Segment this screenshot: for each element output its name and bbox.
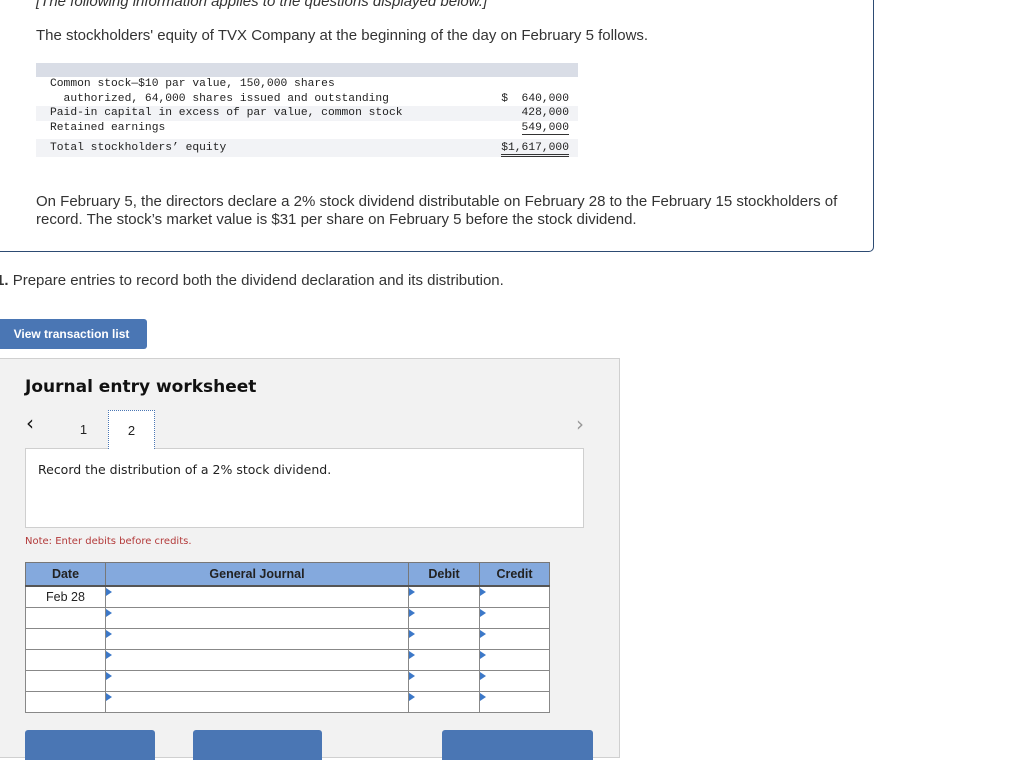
column-header-general-journal: General Journal xyxy=(105,562,409,587)
equity-row-label: authorized, 64,000 shares issued and out… xyxy=(50,92,389,105)
dropdown-indicator-icon xyxy=(409,630,415,638)
journal-row xyxy=(25,691,550,713)
question-number: 1. xyxy=(0,272,9,289)
credit-cell[interactable] xyxy=(479,691,550,713)
column-header-date: Date xyxy=(25,562,106,587)
credit-cell[interactable] xyxy=(479,628,550,650)
tab-2[interactable]: 2 xyxy=(108,410,155,449)
journal-row: Feb 28 xyxy=(25,585,550,608)
dropdown-indicator-icon xyxy=(480,609,486,617)
view-general-journal-button[interactable] xyxy=(442,730,593,760)
debit-cell[interactable] xyxy=(408,607,480,629)
note-text: Note: Enter debits before credits. xyxy=(25,536,192,547)
worksheet-title: Journal entry worksheet xyxy=(25,377,257,397)
credit-cell[interactable] xyxy=(479,585,550,608)
equity-row: authorized, 64,000 shares issued and out… xyxy=(36,92,578,107)
equity-row: Retained earnings 549,000 xyxy=(36,121,578,135)
dropdown-indicator-icon xyxy=(480,651,486,659)
account-cell[interactable] xyxy=(105,649,409,671)
dropdown-indicator-icon xyxy=(480,693,486,701)
credit-cell[interactable] xyxy=(479,649,550,671)
dropdown-indicator-icon xyxy=(106,630,112,638)
dropdown-indicator-icon xyxy=(480,672,486,680)
dividend-paragraph: On February 5, the directors declare a 2… xyxy=(36,193,838,228)
date-cell[interactable] xyxy=(25,628,106,650)
date-cell-value: Feb 28 xyxy=(46,590,85,604)
account-cell[interactable] xyxy=(105,585,409,608)
column-header-debit: Debit xyxy=(408,562,480,587)
dropdown-indicator-icon xyxy=(409,672,415,680)
account-cell[interactable] xyxy=(105,628,409,650)
journal-entry-worksheet: Journal entry worksheet ‹ 1 2 › Record t… xyxy=(0,358,620,760)
journal-row xyxy=(25,670,550,692)
debit-cell[interactable] xyxy=(408,628,480,650)
equity-table: Common stock—$10 par value, 150,000 shar… xyxy=(36,63,578,157)
chevron-left-icon[interactable]: ‹ xyxy=(26,413,34,433)
account-cell[interactable] xyxy=(105,670,409,692)
prompt-box: Record the distribution of a 2% stock di… xyxy=(25,448,584,528)
equity-row: Common stock—$10 par value, 150,000 shar… xyxy=(36,77,578,92)
dropdown-indicator-icon xyxy=(409,651,415,659)
equity-row-amount: 549,000 xyxy=(521,121,569,135)
prompt-text: Record the distribution of a 2% stock di… xyxy=(38,462,332,477)
dropdown-indicator-icon xyxy=(409,693,415,701)
equity-total-label: Total stockholders’ equity xyxy=(50,142,227,154)
dropdown-indicator-icon xyxy=(409,609,415,617)
lead-text: The stockholders' equity of TVX Company … xyxy=(36,27,649,44)
date-cell[interactable]: Feb 28 xyxy=(25,585,106,608)
account-cell[interactable] xyxy=(105,607,409,629)
date-cell[interactable] xyxy=(25,649,106,671)
chevron-right-icon[interactable]: › xyxy=(576,414,584,434)
equity-row-label: Retained earnings xyxy=(50,121,166,134)
dropdown-indicator-icon xyxy=(106,693,112,701)
equity-row-label: Common stock—$10 par value, 150,000 shar… xyxy=(50,78,335,90)
view-transaction-list-button[interactable]: View transaction list xyxy=(0,319,147,349)
journal-row xyxy=(25,628,550,650)
dropdown-indicator-icon xyxy=(480,588,486,596)
journal-header-row: Date General Journal Debit Credit xyxy=(25,562,550,587)
tab-1[interactable]: 1 xyxy=(60,410,107,448)
equity-table-header xyxy=(36,63,578,77)
debit-cell[interactable] xyxy=(408,691,480,713)
dropdown-indicator-icon xyxy=(409,588,415,596)
dropdown-indicator-icon xyxy=(106,588,112,596)
equity-total-row: Total stockholders’ equity $1,617,000 xyxy=(36,139,578,157)
equity-row-amount: 428,000 xyxy=(521,107,569,119)
debit-cell[interactable] xyxy=(408,649,480,671)
record-entry-button[interactable] xyxy=(25,730,155,760)
journal-row xyxy=(25,649,550,671)
intro-line: [The following information applies to th… xyxy=(36,0,488,10)
debit-cell[interactable] xyxy=(408,670,480,692)
equity-total-amount: $1,617,000 xyxy=(501,139,569,157)
dropdown-indicator-icon xyxy=(106,651,112,659)
dropdown-indicator-icon xyxy=(106,609,112,617)
journal-row xyxy=(25,607,550,629)
credit-cell[interactable] xyxy=(479,607,550,629)
clear-entry-button[interactable] xyxy=(193,730,322,760)
equity-row: Paid-in capital in excess of par value, … xyxy=(36,106,578,121)
account-cell[interactable] xyxy=(105,691,409,713)
date-cell[interactable] xyxy=(25,607,106,629)
equity-row-amount: $ 640,000 xyxy=(501,92,569,105)
question: 1. Prepare entries to record both the di… xyxy=(0,272,504,289)
debit-cell[interactable] xyxy=(408,585,480,608)
dropdown-indicator-icon xyxy=(106,672,112,680)
column-header-credit: Credit xyxy=(479,562,550,587)
date-cell[interactable] xyxy=(25,691,106,713)
equity-row-label: Paid-in capital in excess of par value, … xyxy=(50,107,403,119)
credit-cell[interactable] xyxy=(479,670,550,692)
question-text: Prepare entries to record both the divid… xyxy=(12,272,504,289)
date-cell[interactable] xyxy=(25,670,106,692)
journal-table: Date General Journal Debit Credit Feb 28 xyxy=(25,562,550,713)
dropdown-indicator-icon xyxy=(480,630,486,638)
